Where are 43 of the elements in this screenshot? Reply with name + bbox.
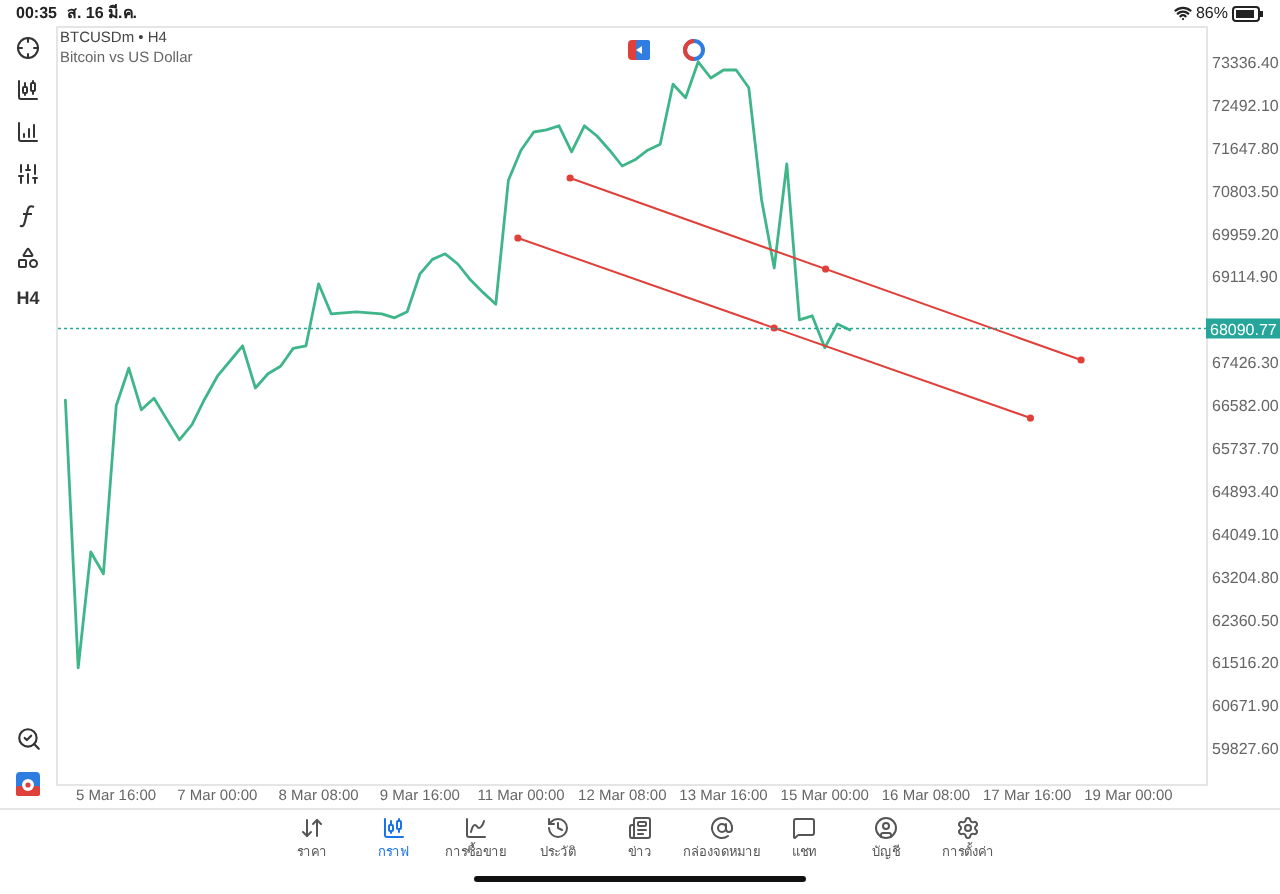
line-chart-icon bbox=[464, 816, 488, 840]
newspaper-icon bbox=[628, 816, 652, 840]
price-axis-label: 71647.80 bbox=[1212, 139, 1279, 158]
history-icon bbox=[546, 816, 570, 840]
price-axis-label: 70803.50 bbox=[1212, 182, 1279, 201]
current-price-tag: 68090.77 bbox=[1206, 318, 1280, 340]
price-axis-label: 64893.40 bbox=[1212, 482, 1279, 501]
user-icon bbox=[874, 816, 898, 840]
wifi-icon bbox=[1173, 4, 1192, 22]
price-axis-label: 72492.10 bbox=[1212, 96, 1279, 115]
chat-icon bbox=[792, 816, 816, 840]
chart-search-icon[interactable] bbox=[14, 724, 42, 752]
price-axis-label: 65737.70 bbox=[1212, 440, 1279, 458]
price-axis-label: 69959.20 bbox=[1212, 225, 1279, 244]
app-logo-icon[interactable] bbox=[16, 772, 40, 796]
crosshair-icon[interactable] bbox=[14, 34, 42, 62]
clock: 00:35 bbox=[16, 1, 57, 25]
event-marker-icon[interactable] bbox=[683, 39, 705, 61]
trend-line[interactable] bbox=[514, 234, 1034, 422]
sliders-icon[interactable] bbox=[14, 160, 42, 188]
price-axis-label: 59827.60 bbox=[1212, 740, 1279, 759]
battery-icon bbox=[1232, 5, 1264, 21]
arrows-icon bbox=[300, 816, 324, 840]
price-axis-label: 67426.30 bbox=[1212, 354, 1279, 373]
price-axis-label: 64049.10 bbox=[1212, 525, 1279, 544]
date: ส. 16 มี.ค. bbox=[66, 1, 137, 25]
price-axis-label: 63204.80 bbox=[1212, 568, 1279, 587]
at-sign-icon bbox=[710, 816, 734, 840]
price-axis-label: 73336.40 bbox=[1212, 54, 1279, 72]
price-axis-label: 69114.90 bbox=[1212, 268, 1278, 287]
settings-icon bbox=[956, 816, 980, 840]
event-marker-icon[interactable] bbox=[628, 40, 650, 60]
shapes-icon[interactable] bbox=[14, 244, 42, 272]
battery-percent: 86% bbox=[1195, 1, 1228, 25]
timeframe-button[interactable]: H4 bbox=[16, 286, 40, 313]
candlestick-icon[interactable] bbox=[14, 76, 42, 104]
price-axis-label: 62360.50 bbox=[1212, 611, 1279, 630]
bar-chart-icon[interactable] bbox=[14, 118, 42, 146]
price-axis-label: 60671.90 bbox=[1212, 697, 1279, 716]
candlestick-icon bbox=[382, 816, 406, 840]
price-axis-label: 66582.00 bbox=[1212, 397, 1279, 416]
price-axis-label: 61516.20 bbox=[1212, 654, 1279, 673]
trend-line[interactable] bbox=[566, 174, 1085, 364]
